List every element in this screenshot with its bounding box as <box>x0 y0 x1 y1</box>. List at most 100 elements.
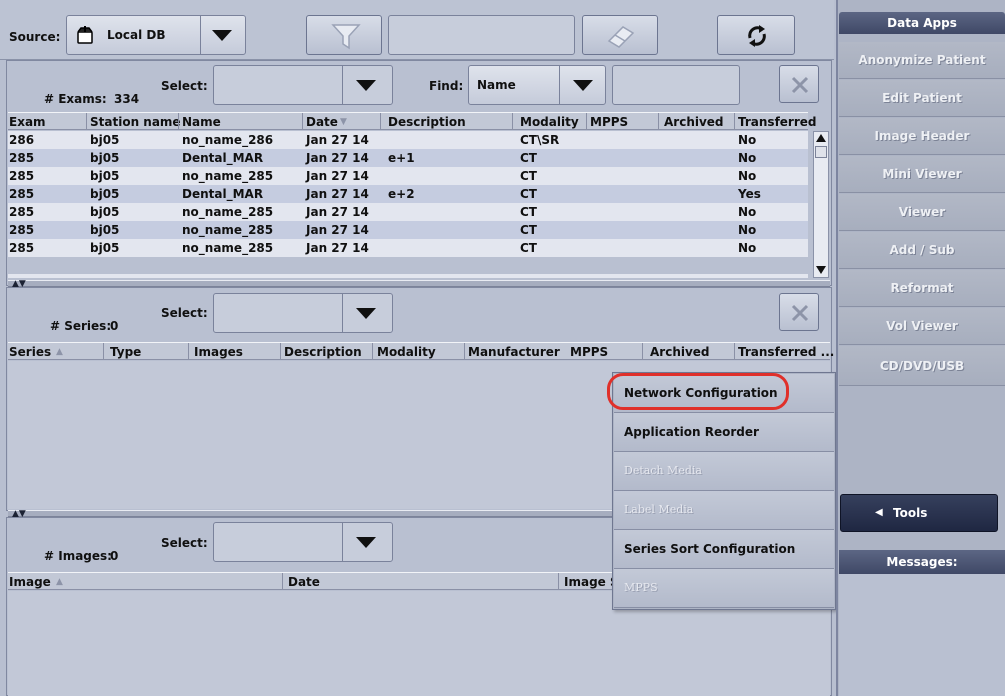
refresh-icon <box>748 25 766 47</box>
sidebar-item-add-sub[interactable]: Add / Sub <box>839 232 1005 269</box>
menu-series-sort-configuration[interactable]: Series Sort Configuration <box>614 530 834 569</box>
col-transferred[interactable]: Transferred <box>738 115 817 129</box>
tools-label: Tools <box>893 506 928 520</box>
table-row[interactable]: 285 bj05 Dental_MAR Jan 27 14 e+2 CT Yes <box>8 185 808 203</box>
col-manufacturer[interactable]: Manufacturer <box>468 345 560 359</box>
exams-scrollbar[interactable] <box>813 131 829 278</box>
eraser-button[interactable] <box>582 15 658 55</box>
scroll-up-icon[interactable] <box>816 134 826 142</box>
series-select-dropdown[interactable] <box>213 293 393 333</box>
status-field <box>388 15 575 55</box>
col-modality[interactable]: Modality <box>377 345 436 359</box>
table-row[interactable]: 285 bj05 Dental_MAR Jan 27 14 e+1 CT No <box>8 149 808 167</box>
source-dropdown[interactable]: Local DB <box>66 15 246 55</box>
cell-name: no_name_285 <box>182 205 274 219</box>
col-series[interactable]: Series <box>9 345 51 359</box>
menu-detach-media: Detach Media <box>614 452 834 491</box>
exams-count: 334 <box>114 92 140 106</box>
clear-find-button[interactable] <box>779 65 819 103</box>
cell-station-name: bj05 <box>90 187 120 201</box>
cell-name: Dental_MAR <box>182 187 264 201</box>
cell-date: Jan 27 14 <box>306 205 369 219</box>
find-field-dropdown[interactable]: Name <box>468 65 606 105</box>
cell-modality: CT <box>520 205 537 219</box>
cell-modality: CT\SR <box>520 133 560 147</box>
series-count-label: # Series: <box>50 319 112 333</box>
messages-area <box>839 574 1005 696</box>
col-transferred[interactable]: Transferred ... <box>738 345 834 359</box>
exams-select-label: Select: <box>161 79 208 93</box>
col-modality[interactable]: Modality <box>520 115 579 129</box>
filter-button[interactable] <box>306 15 382 55</box>
col-exam[interactable]: Exam <box>9 115 46 129</box>
col-date[interactable]: Date <box>288 575 320 589</box>
clear-series-button[interactable] <box>779 293 819 331</box>
sidebar-item-reformat[interactable]: Reformat <box>839 270 1005 307</box>
source-dropdown-divider <box>200 16 201 54</box>
messages-header: Messages: <box>839 550 1005 574</box>
col-description[interactable]: Description <box>388 115 466 129</box>
menu-application-reorder[interactable]: Application Reorder <box>614 413 834 452</box>
cell-transferred: No <box>738 169 757 183</box>
scroll-down-icon[interactable] <box>816 266 826 274</box>
cell-transferred: No <box>738 205 757 219</box>
sidebar-item-viewer[interactable]: Viewer <box>839 194 1005 231</box>
col-mpps[interactable]: MPPS <box>570 345 608 359</box>
col-station-name[interactable]: Station name <box>90 115 181 129</box>
series-count: 0 <box>110 319 119 333</box>
table-row[interactable]: 285 bj05 no_name_285 Jan 27 14 CT No <box>8 203 808 221</box>
sidebar-item-image-header[interactable]: Image Header <box>839 118 1005 155</box>
cell-transferred: No <box>738 223 757 237</box>
cell-exam: 285 <box>9 241 35 255</box>
col-archived[interactable]: Archived <box>664 115 724 129</box>
table-row[interactable]: 285 bj05 no_name_285 Jan 27 14 CT No <box>8 221 808 239</box>
cell-station-name: bj05 <box>90 205 120 219</box>
table-row[interactable]: 286 bj05 no_name_286 Jan 27 14 CT\SR No <box>8 131 808 149</box>
cell-exam: 285 <box>9 169 35 183</box>
col-date[interactable]: Date <box>306 115 338 129</box>
cell-exam: 285 <box>9 223 35 237</box>
refresh-button[interactable] <box>717 15 795 55</box>
sort-asc-icon: ▲ <box>56 347 63 357</box>
images-select-dropdown[interactable] <box>213 522 393 562</box>
sidebar-item-mini-viewer[interactable]: Mini Viewer <box>839 156 1005 193</box>
dropdown-divider <box>559 66 560 104</box>
cell-transferred: No <box>738 241 757 255</box>
table-row[interactable]: 285 bj05 no_name_285 Jan 27 14 CT No <box>8 239 808 257</box>
table-row[interactable]: 285 bj05 no_name_285 Jan 27 14 CT No <box>8 167 808 185</box>
scrollbar-thumb[interactable] <box>815 146 827 158</box>
sidebar-item-anonymize-patient[interactable]: Anonymize Patient <box>839 42 1005 79</box>
col-type[interactable]: Type <box>110 345 141 359</box>
cell-modality: CT <box>520 223 537 237</box>
menu-label-media: Label Media <box>614 491 834 530</box>
cell-date: Jan 27 14 <box>306 241 369 255</box>
close-icon <box>791 304 809 322</box>
cell-date: Jan 27 14 <box>306 151 369 165</box>
col-archived[interactable]: Archived <box>650 345 710 359</box>
exams-series-splitter[interactable]: ▲▼ <box>8 280 830 289</box>
exams-select-dropdown[interactable] <box>213 65 393 105</box>
cell-name: no_name_286 <box>182 133 274 147</box>
sidebar-item-vol-viewer[interactable]: Vol Viewer <box>839 308 1005 345</box>
col-description[interactable]: Description <box>284 345 362 359</box>
toolbar: Source: Local DB <box>0 0 834 60</box>
col-images[interactable]: Images <box>194 345 243 359</box>
col-mpps[interactable]: MPPS <box>590 115 628 129</box>
cell-exam: 285 <box>9 187 35 201</box>
cell-modality: CT <box>520 187 537 201</box>
eraser-icon <box>607 26 635 48</box>
sidebar-item-edit-patient[interactable]: Edit Patient <box>839 80 1005 117</box>
cell-transferred: Yes <box>738 187 761 201</box>
highlight-ring <box>607 373 789 410</box>
col-image[interactable]: Image <box>9 575 51 589</box>
col-name[interactable]: Name <box>182 115 221 129</box>
tools-button[interactable]: ◀ Tools <box>840 494 998 532</box>
sidebar-item-cd-dvd-usb[interactable]: CD/DVD/USB <box>839 346 1005 386</box>
chevron-down-icon <box>212 30 232 41</box>
dropdown-divider <box>342 294 343 332</box>
series-table-header: Series ▲ Type Images Description Modalit… <box>8 342 834 360</box>
sidebar-header: Data Apps <box>839 12 1005 34</box>
cell-date: Jan 27 14 <box>306 169 369 183</box>
cell-date: Jan 27 14 <box>306 133 369 147</box>
find-input[interactable] <box>612 65 740 105</box>
